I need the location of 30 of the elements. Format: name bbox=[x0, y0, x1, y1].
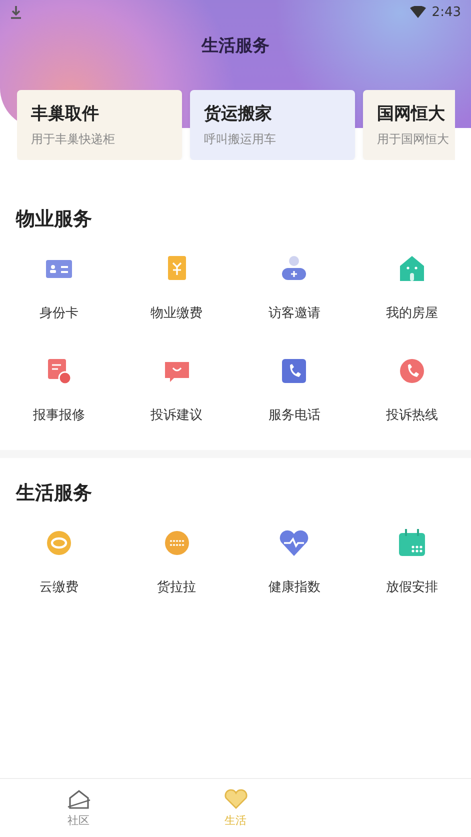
card-title: 国网恒大 bbox=[377, 103, 446, 125]
service-label[interactable]: 投诉热线 bbox=[386, 406, 438, 424]
service-label[interactable]: 货拉拉 bbox=[157, 578, 196, 596]
service-label[interactable]: 身份卡 bbox=[39, 304, 78, 322]
page-title: 生活服务 bbox=[200, 35, 270, 57]
card-title: 丰巢取件 bbox=[31, 103, 100, 125]
service-card[interactable]: 丰巢取件 用于丰巢快递柜 bbox=[17, 90, 182, 160]
card-subtitle: 呼叫搬运用车 bbox=[204, 131, 277, 148]
card-subtitle: 用于丰巢快递柜 bbox=[31, 131, 116, 148]
card-subtitle: 用于国网恒大 bbox=[377, 131, 450, 148]
service-label[interactable]: 服务电话 bbox=[268, 406, 320, 424]
section-title: 生活服务 bbox=[14, 481, 93, 506]
service-label[interactable]: 访客邀请 bbox=[268, 304, 320, 322]
service-label[interactable]: 报事报修 bbox=[32, 406, 85, 424]
service-label[interactable]: 健康指数 bbox=[268, 578, 320, 596]
download-icon bbox=[10, 5, 22, 19]
status-time: 2:43 bbox=[432, 4, 461, 20]
heart-icon bbox=[222, 788, 248, 810]
service-card[interactable]: 国网恒大 用于国网恒大 bbox=[363, 90, 455, 160]
house-icon bbox=[66, 788, 92, 810]
section-title: 物业服务 bbox=[14, 207, 93, 232]
nav-tab[interactable]: 社区 bbox=[0, 779, 157, 837]
service-label[interactable]: 云缴费 bbox=[39, 578, 78, 596]
service-label[interactable]: 物业缴费 bbox=[150, 304, 203, 322]
wifi-icon bbox=[410, 6, 426, 18]
card-title: 货运搬家 bbox=[204, 103, 273, 125]
service-label[interactable]: 放假安排 bbox=[386, 578, 438, 596]
service-label[interactable]: 我的房屋 bbox=[386, 304, 438, 322]
service-label[interactable]: 投诉建议 bbox=[150, 406, 203, 424]
service-card[interactable]: 货运搬家 呼叫搬运用车 bbox=[190, 90, 355, 160]
